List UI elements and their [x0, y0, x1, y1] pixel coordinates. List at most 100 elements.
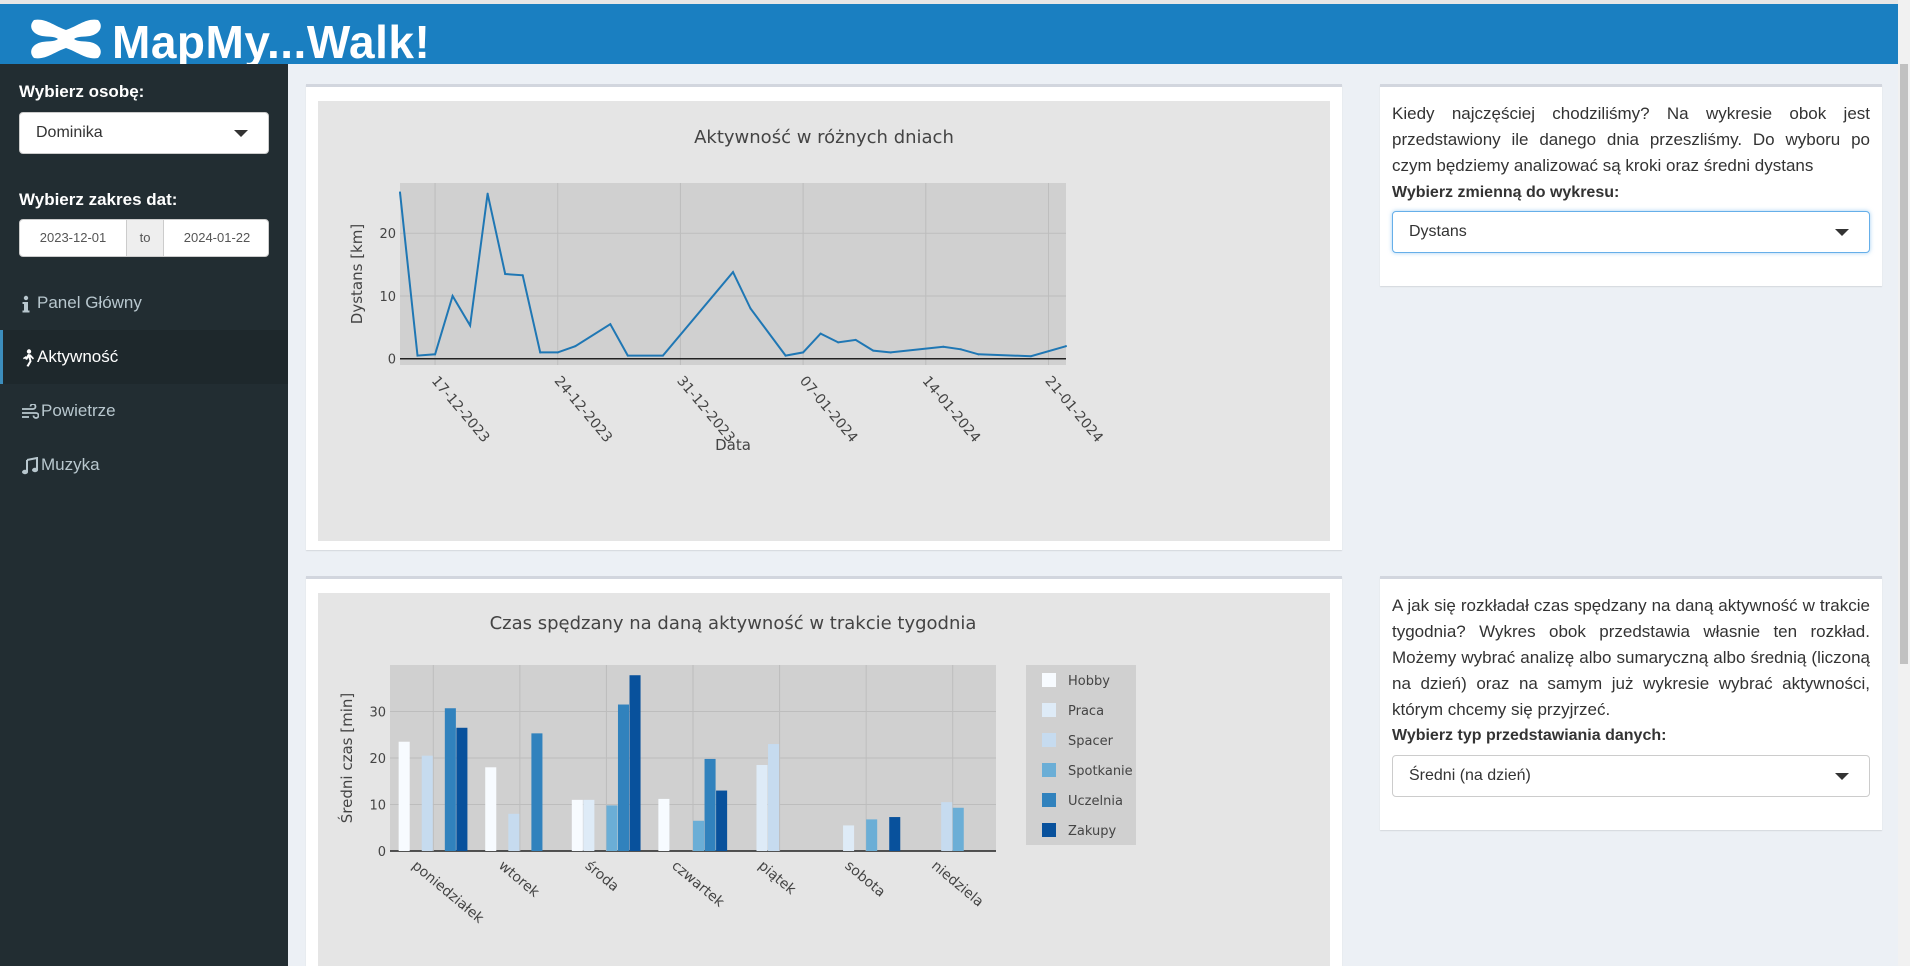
y-tick-label: 10 — [379, 290, 396, 305]
data-point — [626, 354, 629, 357]
variable-select-value: Dystans — [1409, 223, 1467, 240]
y-tick-label: 0 — [378, 845, 386, 860]
bar — [398, 741, 410, 851]
y-axis-label: Średni czas [min] — [337, 693, 356, 823]
bar — [843, 825, 855, 851]
bar — [508, 813, 520, 851]
data-point — [959, 348, 962, 351]
bar — [658, 798, 670, 851]
type-select[interactable]: Średni (na dzień) — [1392, 755, 1870, 797]
data-point — [416, 354, 419, 357]
date-range-label: Wybierz zakres dat: — [19, 190, 178, 209]
data-point — [469, 324, 472, 327]
bar — [704, 758, 716, 851]
sidebar-item-label: Powietrze — [41, 401, 116, 420]
bar — [756, 764, 768, 851]
legend-label: Hobby — [1068, 674, 1110, 689]
legend-label: Spotkanie — [1068, 764, 1133, 779]
x-tick-label: 14-01-2024 — [919, 373, 984, 446]
data-point — [854, 338, 857, 341]
date-start-input[interactable]: 2023-12-01 — [20, 220, 126, 256]
legend-swatch — [1042, 763, 1056, 777]
x-tick-label: niedziela — [928, 858, 986, 910]
scrollbar-thumb[interactable] — [1900, 64, 1908, 664]
y-tick-label: 10 — [369, 799, 386, 814]
bar — [485, 767, 497, 851]
y-tick-label: 20 — [369, 752, 386, 767]
bar — [617, 704, 630, 851]
bar — [421, 755, 433, 851]
data-point — [434, 353, 437, 356]
bar-chart-panel: Czas spędzany na daną aktywność w trakci… — [306, 576, 1342, 966]
activity-info-text: A jak się rozkładał czas spędzany na dan… — [1392, 596, 1870, 719]
x-tick-label: czwartek — [668, 858, 727, 911]
sidebar-item-panel-glowny[interactable]: Panel Główny — [0, 276, 288, 330]
data-point — [837, 341, 840, 344]
person-select[interactable]: Dominika — [19, 112, 269, 154]
data-point — [819, 332, 822, 335]
x-tick-label: 07-01-2024 — [796, 373, 861, 446]
y-tick-label: 30 — [369, 706, 386, 721]
line-chart-panel: Aktywność w różnych dniach 17-12-2023 24-1… — [306, 84, 1342, 550]
music-icon — [21, 439, 39, 493]
bar — [629, 675, 641, 851]
data-point — [574, 345, 577, 348]
data-point — [539, 351, 542, 354]
x-tick-label: piątek — [755, 858, 799, 899]
data-point — [732, 271, 734, 274]
data-point — [504, 273, 507, 275]
data-point — [942, 345, 945, 348]
legend-swatch — [1042, 793, 1056, 807]
legend-box — [1026, 665, 1136, 845]
bar — [768, 744, 780, 851]
legend-swatch — [1042, 733, 1056, 747]
type-select-value: Średni (na dzień) — [1409, 767, 1531, 784]
bar — [583, 799, 595, 851]
brand-logo-icon — [31, 19, 101, 59]
date-end-input[interactable]: 2024-01-22 — [164, 220, 270, 256]
wind-icon — [21, 385, 40, 439]
x-tick-label: 17-12-2023 — [428, 373, 493, 446]
y-axis-label: Dystans [km] — [348, 224, 366, 324]
legend-label: Uczelnia — [1068, 794, 1123, 809]
bar — [444, 708, 456, 851]
person-select-value: Dominika — [36, 124, 103, 141]
chevron-down-icon — [1835, 773, 1849, 780]
bar — [693, 820, 705, 851]
type-select-label: Wybierz typ przedstawiania danych: — [1392, 727, 1667, 744]
line-chart: Aktywność w różnych dniach 17-12-2023 24-1… — [348, 127, 1106, 454]
distance-info-text: Kiedy najczęściej chodziliśmy? Na wykres… — [1392, 104, 1870, 175]
variable-select[interactable]: Dystans — [1392, 211, 1870, 253]
bar — [716, 790, 728, 851]
legend-label: Spacer — [1068, 734, 1114, 749]
data-point — [609, 323, 612, 326]
y-tick-label: 0 — [388, 353, 396, 368]
person-label: Wybierz osobę: — [19, 82, 145, 101]
x-tick-label: poniedziałek — [409, 858, 488, 928]
app-title: MapMy...Walk! — [112, 16, 431, 68]
activity-info-panel: A jak się rozkładał czas spędzany na dan… — [1380, 576, 1882, 830]
page-scrollbar[interactable] — [1898, 0, 1910, 966]
data-point — [521, 274, 524, 277]
bar — [456, 727, 468, 851]
bar-chart-background: Czas spędzany na daną aktywność w trakci… — [318, 593, 1330, 966]
x-tick-label: sobota — [842, 858, 889, 901]
sidebar-item-powietrze[interactable]: Powietrze — [0, 384, 288, 438]
sidebar: Wybierz osobę: Dominika Wybierz zakres d… — [0, 64, 288, 966]
bar — [866, 819, 878, 851]
data-point — [872, 349, 875, 352]
legend-swatch — [1042, 673, 1056, 687]
data-point — [556, 351, 559, 354]
variable-select-label: Wybierz zmienną do wykresu: — [1392, 184, 1620, 201]
sidebar-item-label: Aktywność — [37, 347, 119, 366]
bar — [941, 802, 953, 851]
data-point — [1065, 345, 1067, 348]
app-header: MapMy...Walk! — [0, 0, 1910, 68]
x-tick-label: 21-01-2024 — [1041, 373, 1106, 446]
chevron-down-icon — [1835, 229, 1849, 236]
data-point — [486, 192, 489, 195]
data-point — [802, 351, 805, 354]
sidebar-item-muzyka[interactable]: Muzyka — [0, 438, 288, 492]
sidebar-item-aktywnosc[interactable]: Aktywność — [0, 330, 288, 384]
data-point — [451, 294, 454, 297]
